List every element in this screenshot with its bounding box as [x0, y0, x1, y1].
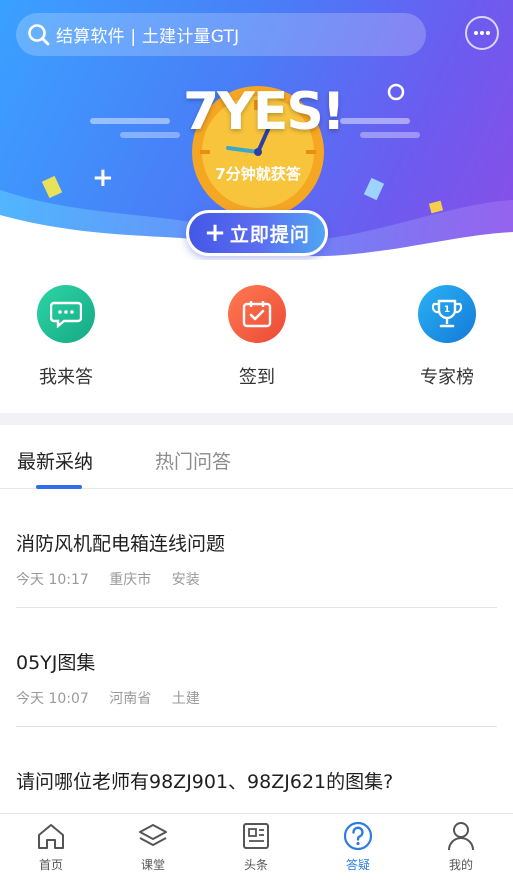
svg-text:+: +	[92, 163, 114, 193]
question-list: 消防风机配电箱连线问题 今天 10:17 重庆市 安装 05YJ图集 今天 10…	[0, 489, 513, 846]
trophy-icon: 1	[418, 285, 476, 343]
promo-subtitle: 7分钟就获答	[215, 165, 301, 183]
nav-headlines-label: 头条	[243, 858, 268, 872]
action-answer[interactable]: 我来答	[16, 285, 116, 389]
ask-question-label: 立即提问	[229, 223, 310, 246]
question-category: 土建	[171, 691, 200, 707]
plus-icon: +	[204, 218, 226, 248]
nav-home-label: 首页	[38, 858, 63, 872]
nav-classroom[interactable]: 课堂	[123, 820, 183, 873]
calendar-check-icon	[228, 285, 286, 343]
bottom-nav: 首页 课堂 头条 答疑 我的	[0, 813, 513, 883]
question-title: 05YJ图集	[16, 652, 96, 674]
nav-classroom-label: 课堂	[140, 858, 165, 872]
section-divider	[0, 413, 513, 425]
question-meta: 今天 10:07 河南省 土建	[16, 688, 216, 708]
user-icon	[445, 820, 477, 852]
tab-hot-qa[interactable]: 热门问答	[155, 447, 231, 474]
message-button[interactable]	[465, 16, 499, 50]
list-item[interactable]: 05YJ图集 今天 10:07 河南省 土建	[16, 608, 497, 727]
svg-text:1: 1	[444, 305, 450, 315]
hero-banner[interactable]: + 结算软件 | 土建计量GTJ 7YES! 7分钟就获答 + 立即提问	[0, 0, 513, 260]
tab-bar: 最新采纳 热门问答	[0, 425, 513, 489]
question-title: 消防风机配电箱连线问题	[16, 533, 226, 555]
action-answer-label: 我来答	[39, 367, 93, 388]
search-icon	[26, 22, 52, 48]
nav-qa-label: 答疑	[345, 858, 370, 872]
quick-actions: 我来答 签到 1 专家榜	[0, 275, 513, 405]
nav-home[interactable]: 首页	[21, 820, 81, 873]
nav-mine-label: 我的	[448, 858, 473, 872]
ask-question-button[interactable]: + 立即提问	[186, 210, 328, 256]
promo-title: 7YES!	[183, 82, 346, 142]
action-experts-label: 专家榜	[420, 367, 474, 388]
chat-bubble-icon	[474, 31, 490, 35]
search-placeholder: 结算软件 | 土建计量GTJ	[56, 27, 240, 47]
list-item[interactable]: 消防风机配电箱连线问题 今天 10:17 重庆市 安装	[16, 489, 497, 608]
news-icon	[240, 820, 272, 852]
action-checkin[interactable]: 签到	[207, 285, 307, 389]
question-region: 河南省	[109, 691, 152, 707]
nav-headlines[interactable]: 头条	[226, 820, 286, 873]
action-checkin-label: 签到	[239, 367, 275, 388]
question-region: 重庆市	[109, 572, 152, 588]
question-time: 今天 10:17	[16, 572, 89, 588]
search-bar[interactable]: 结算软件 | 土建计量GTJ	[16, 13, 426, 56]
question-time: 今天 10:07	[16, 691, 89, 707]
question-category: 安装	[171, 572, 200, 588]
tab-latest-accepted[interactable]: 最新采纳	[17, 447, 93, 474]
question-meta: 今天 10:17 重庆市 安装	[16, 569, 216, 589]
layers-icon	[137, 820, 169, 852]
chat-icon	[37, 285, 95, 343]
nav-mine[interactable]: 我的	[431, 820, 491, 873]
question-title: 请问哪位老师有98ZJ901、98ZJ621的图集?	[16, 771, 394, 793]
nav-qa[interactable]: 答疑	[328, 820, 388, 873]
home-icon	[35, 820, 67, 852]
question-icon	[342, 820, 374, 852]
action-experts[interactable]: 1 专家榜	[397, 285, 497, 389]
